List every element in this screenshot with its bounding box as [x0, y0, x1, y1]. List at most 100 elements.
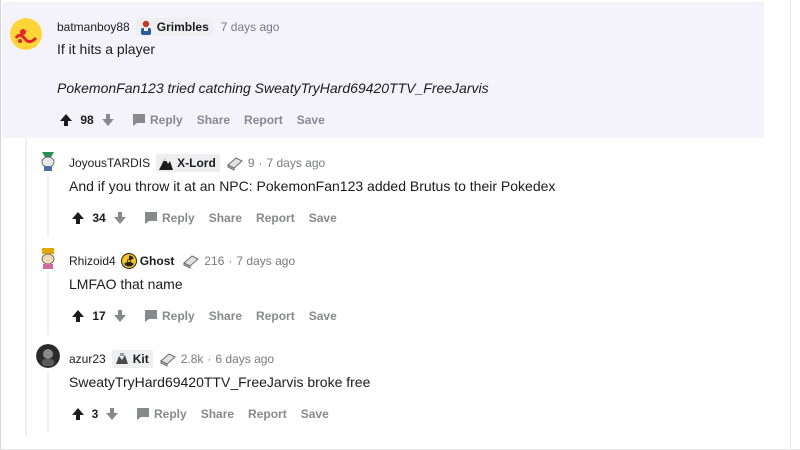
share-button[interactable]: Share: [209, 211, 242, 225]
chat-bubble-icon: [145, 310, 157, 322]
vote-score: 3: [91, 407, 99, 421]
comment-body: If it hits a player: [57, 41, 156, 57]
upvote-button[interactable]: [56, 110, 76, 130]
username[interactable]: batmanboy88: [57, 20, 130, 34]
downvote-button[interactable]: [110, 208, 130, 228]
flair-text: Grimbles: [156, 20, 209, 34]
brick-icon: [183, 255, 200, 269]
mountain-icon: [159, 158, 174, 170]
karma-badge: 9: [226, 155, 255, 171]
timestamp[interactable]: 6 days ago: [215, 352, 274, 366]
user-flair: X-Lord: [156, 154, 220, 172]
karma-count: 2.8k: [180, 352, 204, 366]
upvote-button[interactable]: [68, 306, 88, 326]
snoo-avatar-icon: [36, 148, 60, 172]
avatar[interactable]: [10, 18, 42, 50]
save-button[interactable]: Save: [309, 211, 337, 225]
save-label: Save: [308, 211, 337, 225]
save-button[interactable]: Save: [309, 309, 337, 323]
flair-text: Kit: [132, 352, 149, 366]
downvote-button[interactable]: [110, 306, 130, 326]
chat-bubble-icon: [145, 212, 157, 224]
report-label: Report: [244, 113, 283, 127]
vote-score: 17: [92, 309, 106, 323]
comment-actions: 17 Reply Share Report Save: [68, 304, 337, 328]
reply-label: Reply: [150, 113, 183, 127]
karma-badge: 216: [182, 253, 224, 269]
downvote-icon: [114, 310, 126, 322]
report-button[interactable]: Report: [248, 407, 287, 421]
avatar[interactable]: [36, 148, 60, 172]
save-button[interactable]: Save: [297, 113, 325, 127]
timestamp[interactable]: 7 days ago: [236, 254, 295, 268]
upvote-button[interactable]: [68, 208, 88, 228]
downvote-icon: [114, 212, 126, 224]
reply-button[interactable]: Reply: [132, 113, 183, 127]
user-flair: Ghost: [120, 252, 174, 270]
comment-body: LMFAO that name: [69, 276, 183, 292]
share-label: Share: [200, 407, 235, 421]
comment-body-italic: PokemonFan123 tried catching SweatyTryHa…: [57, 80, 489, 96]
reply-label: Reply: [162, 309, 195, 323]
upvote-button[interactable]: [68, 404, 88, 424]
comment-body: And if you throw it at an NPC: PokemonFa…: [69, 178, 556, 194]
separator: ·: [258, 156, 263, 170]
chat-bubble-icon: [137, 408, 149, 420]
vote-score: 98: [80, 113, 94, 127]
reply-button[interactable]: Reply: [144, 211, 195, 225]
chat-bubble-icon: [133, 114, 145, 126]
thread-line[interactable]: [47, 372, 49, 432]
snoo-avatar-icon: [36, 246, 60, 270]
snoo-avatar-icon: [36, 344, 60, 368]
upvote-icon: [72, 212, 84, 224]
karma-count: 216: [204, 254, 225, 268]
save-button[interactable]: Save: [301, 407, 329, 421]
username[interactable]: azur23: [69, 352, 106, 366]
user-flair: Kit: [111, 350, 153, 368]
comment-meta: Rhizoid4 Ghost 216 · 7 days ago: [69, 251, 295, 271]
karma-badge: 2.8k: [159, 351, 204, 367]
user-flair: Grimbles: [135, 18, 213, 36]
vote-score: 34: [92, 211, 106, 225]
reply-button[interactable]: Reply: [136, 407, 187, 421]
downvote-button[interactable]: [98, 110, 118, 130]
timestamp[interactable]: 7 days ago: [267, 156, 326, 170]
timestamp[interactable]: 7 days ago: [221, 20, 280, 34]
report-label: Report: [248, 407, 287, 421]
comment-meta: azur23 Kit 2.8k · 6 days ago: [69, 349, 274, 369]
person-icon: [140, 20, 151, 35]
separator: ·: [228, 254, 233, 268]
share-button[interactable]: Share: [209, 309, 242, 323]
report-button[interactable]: Report: [256, 309, 295, 323]
comment-actions: 34 Reply Share Report Save: [68, 206, 337, 230]
brick-icon: [159, 353, 176, 367]
save-label: Save: [300, 407, 329, 421]
reply-button[interactable]: Reply: [144, 309, 195, 323]
comment-meta: batmanboy88 Grimbles 7 days ago: [57, 17, 279, 37]
snoo-avatar-icon: [10, 18, 42, 50]
share-label: Share: [196, 113, 231, 127]
username[interactable]: Rhizoid4: [69, 254, 116, 268]
upvote-icon: [72, 310, 84, 322]
thread-line[interactable]: [47, 176, 49, 236]
username[interactable]: JoyousTARDIS: [69, 156, 150, 170]
downvote-button[interactable]: [102, 404, 122, 424]
share-label: Share: [208, 211, 243, 225]
report-button[interactable]: Report: [244, 113, 283, 127]
reply-label: Reply: [154, 407, 187, 421]
avatar[interactable]: [36, 344, 60, 368]
report-button[interactable]: Report: [256, 211, 295, 225]
report-label: Report: [256, 309, 295, 323]
comment-actions: 3 Reply Share Report Save: [68, 402, 329, 426]
radiation-icon: [120, 253, 137, 269]
avatar[interactable]: [36, 246, 60, 270]
thread-line[interactable]: [25, 138, 27, 436]
comment-body: SweatyTryHard69420TTV_FreeJarvis broke f…: [69, 374, 371, 390]
downvote-icon: [102, 114, 114, 126]
panel-border: [790, 0, 791, 450]
share-button[interactable]: Share: [197, 113, 230, 127]
upvote-icon: [60, 114, 72, 126]
share-button[interactable]: Share: [201, 407, 234, 421]
thread-line[interactable]: [47, 274, 49, 334]
downvote-icon: [106, 408, 118, 420]
